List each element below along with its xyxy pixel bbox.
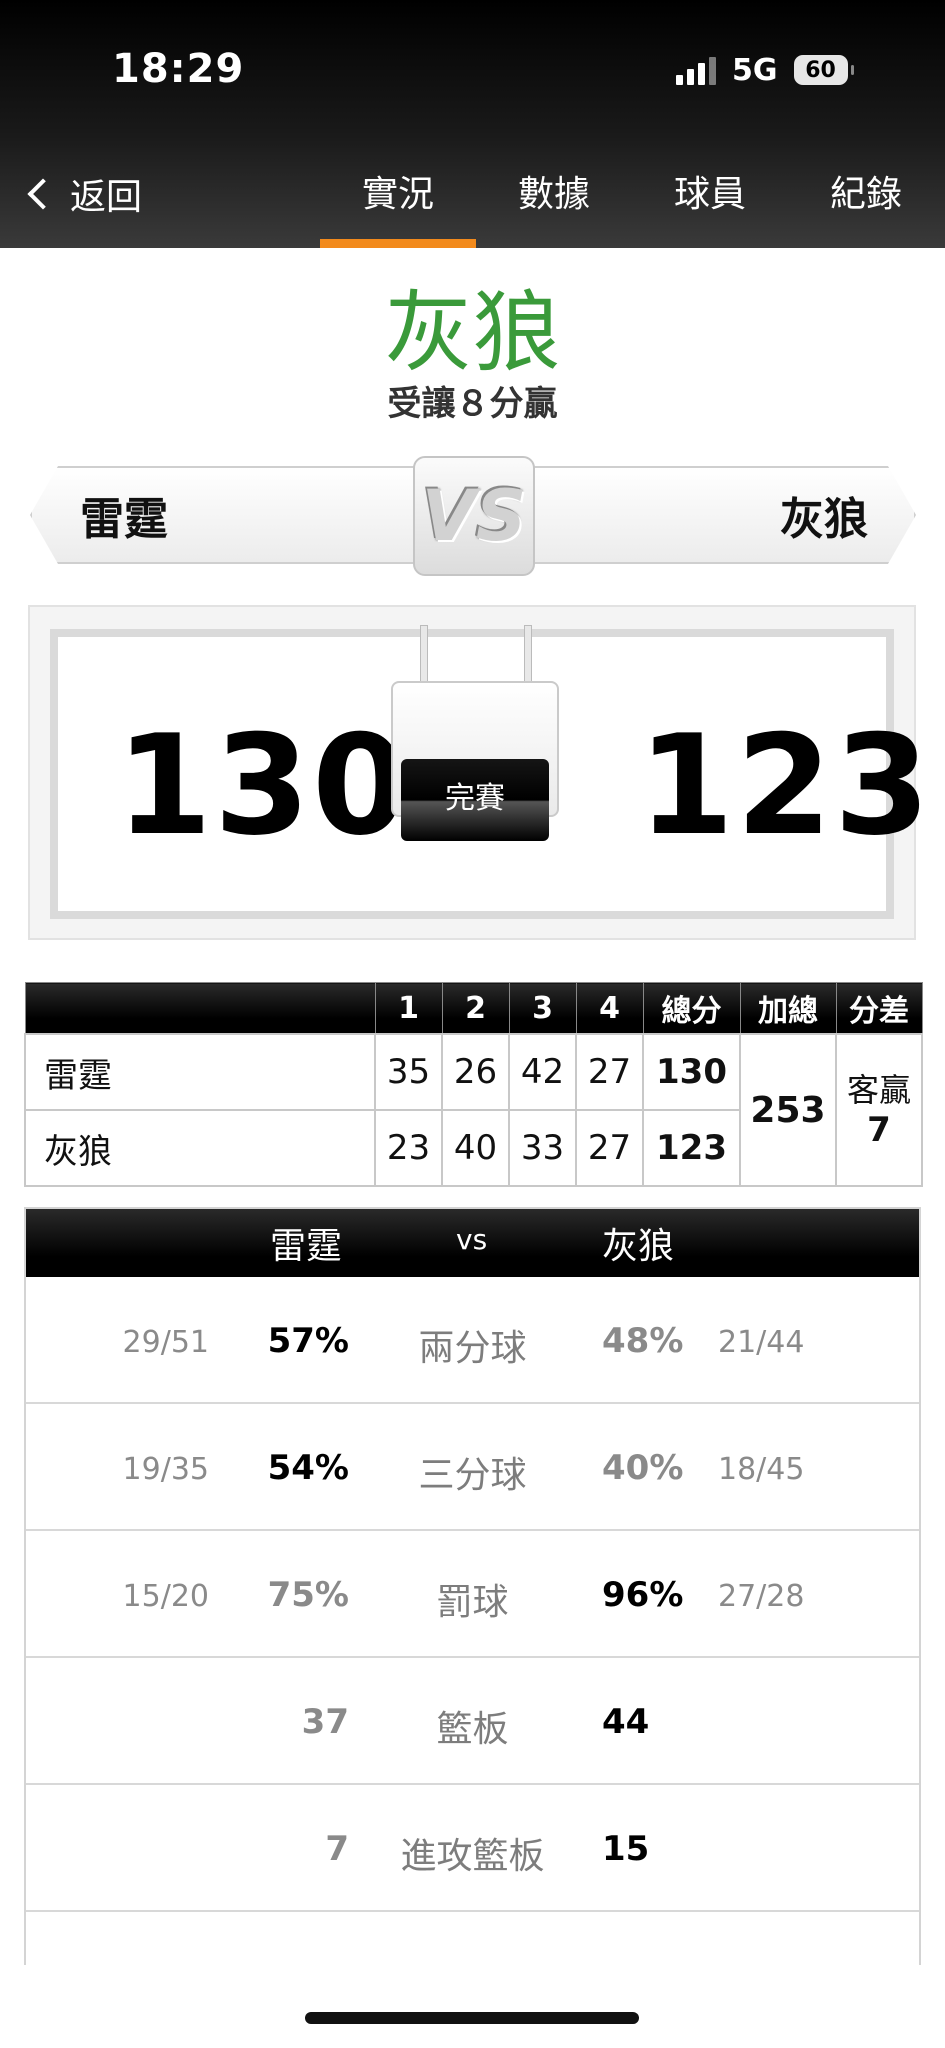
- stats-home-team: 雷霆: [270, 1226, 343, 1267]
- tab-live[interactable]: 實況: [320, 152, 476, 248]
- diff-label: 客贏: [846, 1071, 911, 1109]
- away-team-banner: 灰狼: [504, 466, 916, 564]
- away-score: 123: [638, 705, 933, 866]
- header-combined: 加總: [739, 982, 837, 1035]
- quarter-score: 23: [374, 1109, 443, 1187]
- stat-name: 進攻籃板: [400, 1836, 545, 1877]
- header-team: [24, 982, 376, 1035]
- total-score: 130: [642, 1033, 741, 1111]
- quarter-score-table: 1 2 3 4 總分 加總 分差 雷霆 35 26 42 27 130 253 …: [24, 982, 923, 1187]
- score-diff: 客贏 7: [835, 1033, 923, 1187]
- header-total: 總分: [642, 982, 741, 1035]
- top-header: 18:29 5G 60 返回 實況 數據 球員 紀錄: [0, 0, 945, 248]
- combined-score: 253: [739, 1033, 837, 1187]
- quarter-score: 33: [508, 1109, 577, 1187]
- stats-vs: vs: [456, 1223, 488, 1256]
- winner-team: 灰狼: [384, 281, 561, 384]
- status-icons: 5G 60: [676, 50, 854, 90]
- battery-icon: 60: [793, 55, 854, 85]
- stat-row-offensive-rebounds: 7 進攻籃板 15: [26, 1785, 919, 1912]
- scoreboard: 130 123 完賽: [28, 605, 930, 940]
- header-q1: 1: [374, 982, 443, 1035]
- header-q3: 3: [508, 982, 577, 1035]
- header-diff: 分差: [835, 982, 923, 1035]
- quarter-score: 42: [508, 1033, 577, 1111]
- away-value: 40%: [602, 1448, 684, 1488]
- quarter-score: 27: [575, 1109, 644, 1187]
- spread-result: 受讓８分贏: [387, 384, 558, 424]
- away-value: 15: [602, 1829, 650, 1869]
- vs-badge: VS: [413, 456, 535, 576]
- stat-row-rebounds: 37 籃板 44: [26, 1658, 919, 1785]
- quarter-score: 26: [441, 1033, 510, 1111]
- stat-row-free-throws: 15/20 75% 罰球 96% 27/28: [26, 1531, 919, 1658]
- stat-row-partial: [26, 1912, 919, 1972]
- stat-row-two-pointers: 29/51 57% 兩分球 48% 21/44: [26, 1277, 919, 1404]
- back-button[interactable]: 返回: [27, 168, 143, 220]
- header-q2: 2: [441, 982, 510, 1035]
- stats-comparison: 雷霆 vs 灰狼 29/51 57% 兩分球 48% 21/44 19/35 5…: [24, 1207, 921, 1974]
- quarter-score: 35: [374, 1033, 443, 1111]
- home-indicator[interactable]: [305, 2012, 639, 2024]
- away-fraction: 18/45: [718, 1452, 805, 1487]
- network-type: 5G: [732, 52, 778, 88]
- team-name: 灰狼: [24, 1109, 376, 1187]
- table-header-row: 1 2 3 4 總分 加總 分差: [24, 982, 923, 1035]
- stat-row-three-pointers: 19/35 54% 三分球 40% 18/45: [26, 1404, 919, 1531]
- team-name: 雷霆: [24, 1033, 376, 1111]
- away-value: 48%: [602, 1321, 684, 1361]
- away-fraction: 27/28: [718, 1579, 805, 1614]
- away-value: 44: [602, 1702, 650, 1742]
- signal-icon: [676, 55, 716, 85]
- tab-records[interactable]: 紀錄: [788, 152, 944, 248]
- status-time: 18:29: [112, 46, 245, 92]
- game-status-board: 完賽: [391, 681, 559, 841]
- away-value: 96%: [602, 1575, 684, 1615]
- tab-players[interactable]: 球員: [632, 152, 788, 248]
- home-team-banner: 雷霆: [30, 466, 442, 564]
- quarter-score: 27: [575, 1033, 644, 1111]
- quarter-score: 40: [441, 1109, 510, 1187]
- diff-value: 7: [867, 1110, 891, 1150]
- stats-away-team: 灰狼: [602, 1226, 675, 1267]
- chevron-left-icon: [27, 178, 59, 210]
- tab-bar: 實況 數據 球員 紀錄: [320, 152, 945, 248]
- tab-data[interactable]: 數據: [476, 152, 632, 248]
- home-score: 130: [116, 705, 411, 866]
- away-fraction: 21/44: [718, 1325, 805, 1360]
- game-status: 完賽: [401, 759, 549, 841]
- back-label: 返回: [70, 177, 143, 218]
- stats-header: 雷霆 vs 灰狼: [26, 1209, 919, 1277]
- header-q4: 4: [575, 982, 644, 1035]
- stat-name: 籃板: [436, 1709, 509, 1750]
- total-score: 123: [642, 1109, 741, 1187]
- bottom-fade: [0, 1965, 945, 2048]
- table-row: 雷霆 35 26 42 27 130 253 客贏 7: [24, 1033, 923, 1187]
